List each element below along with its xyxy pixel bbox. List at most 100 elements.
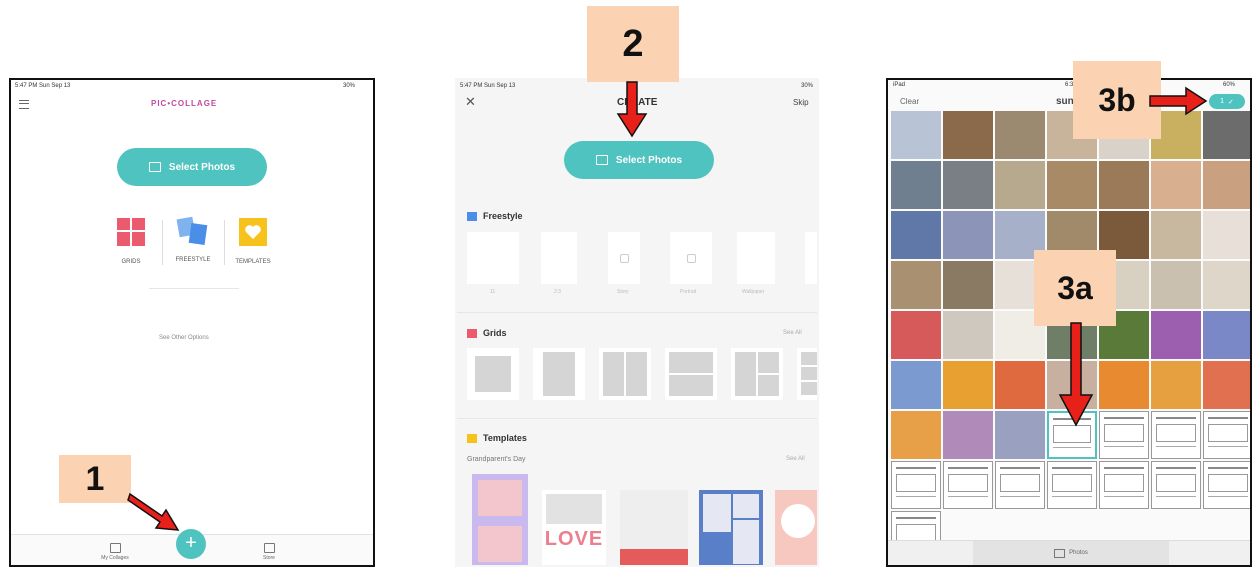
photo-thumbnail[interactable] bbox=[1099, 161, 1149, 209]
photo-thumbnail[interactable] bbox=[891, 461, 941, 509]
photo-thumbnail[interactable] bbox=[943, 111, 993, 159]
photo-thumbnail[interactable] bbox=[995, 361, 1045, 409]
instagram-icon bbox=[619, 254, 629, 263]
photo-thumbnail[interactable] bbox=[943, 361, 993, 409]
collages-icon bbox=[109, 543, 121, 553]
status-bar-battery: 30% bbox=[800, 83, 813, 89]
photo-thumbnail[interactable] bbox=[1203, 361, 1250, 409]
photo-thumbnail[interactable] bbox=[995, 461, 1045, 509]
grid-layout-4[interactable] bbox=[665, 348, 717, 400]
photo-thumbnail[interactable] bbox=[995, 161, 1045, 209]
template-thumb-4[interactable] bbox=[699, 490, 763, 565]
freestyle-more[interactable] bbox=[805, 232, 817, 284]
photo-thumbnail[interactable] bbox=[891, 211, 941, 259]
templates-option[interactable]: TEMPLATES bbox=[231, 218, 275, 265]
menu-icon[interactable] bbox=[19, 100, 29, 109]
grid-layout-3[interactable] bbox=[599, 348, 651, 400]
photo-thumbnail[interactable] bbox=[1151, 211, 1201, 259]
photos-tab[interactable]: Photos bbox=[973, 541, 1169, 565]
see-other-options-link[interactable]: See Other Options bbox=[159, 335, 209, 341]
photo-thumbnail[interactable] bbox=[1151, 361, 1201, 409]
love-text: LOVE bbox=[544, 528, 604, 550]
photo-thumbnail[interactable] bbox=[943, 211, 993, 259]
freestyle-portrait[interactable] bbox=[670, 232, 712, 284]
photo-thumbnail[interactable] bbox=[1047, 461, 1097, 509]
photo-thumbnail[interactable] bbox=[1203, 411, 1250, 459]
store-icon bbox=[263, 543, 275, 553]
grid-layout-6[interactable] bbox=[797, 348, 817, 400]
step-3a-callout: 3a bbox=[1034, 250, 1116, 326]
photo-thumbnail[interactable] bbox=[1151, 461, 1201, 509]
photo-thumbnail[interactable] bbox=[1203, 211, 1250, 259]
screen-2-create: 5:47 PM Sun Sep 13 30% ✕ CREATE Skip Sel… bbox=[455, 78, 819, 567]
photo-thumbnail[interactable] bbox=[1151, 311, 1201, 359]
grids-icon bbox=[117, 218, 145, 246]
grids-heading: Grids bbox=[467, 328, 507, 338]
photo-thumbnail[interactable] bbox=[1203, 311, 1250, 359]
photo-thumbnail[interactable] bbox=[1099, 461, 1149, 509]
photo-thumbnail[interactable] bbox=[943, 161, 993, 209]
step-1-callout: 1 bbox=[59, 455, 131, 503]
tab-my-collages[interactable]: My Collages bbox=[95, 543, 135, 561]
photo-thumbnail[interactable] bbox=[1203, 111, 1250, 159]
photo-thumbnail[interactable] bbox=[1151, 261, 1201, 309]
photo-thumbnail[interactable] bbox=[891, 111, 941, 159]
skip-button[interactable]: Skip bbox=[793, 98, 809, 107]
clear-button[interactable]: Clear bbox=[900, 97, 919, 106]
album-title: sun bbox=[1056, 96, 1074, 107]
template-thumb-5[interactable] bbox=[775, 490, 817, 565]
photo-thumbnail[interactable] bbox=[891, 311, 941, 359]
app-title: PIC•COLLAGE bbox=[151, 99, 218, 108]
template-thumb-2[interactable]: LOVE bbox=[542, 490, 606, 565]
photo-thumbnail[interactable] bbox=[1047, 161, 1097, 209]
grids-icon bbox=[467, 328, 477, 338]
photo-thumbnail[interactable] bbox=[943, 461, 993, 509]
photo-thumbnail[interactable] bbox=[891, 411, 941, 459]
photo-thumbnail[interactable] bbox=[1151, 411, 1201, 459]
grids-option[interactable]: GRIDS bbox=[113, 218, 149, 265]
photo-icon bbox=[1054, 548, 1066, 558]
grid-layout-1[interactable] bbox=[467, 348, 519, 400]
divider bbox=[224, 220, 225, 265]
grid-layout-2[interactable] bbox=[533, 348, 585, 400]
select-photos-button[interactable]: Select Photos bbox=[564, 141, 714, 179]
step-3a-arrow-icon bbox=[1058, 322, 1094, 427]
freestyle-2-3[interactable] bbox=[541, 232, 577, 284]
section-divider bbox=[457, 418, 817, 419]
freestyle-option[interactable]: FREESTYLE bbox=[171, 216, 215, 263]
grids-see-all-link[interactable]: See All bbox=[783, 330, 802, 336]
photo-thumbnail[interactable] bbox=[995, 411, 1045, 459]
close-icon[interactable]: ✕ bbox=[465, 94, 476, 110]
photo-thumbnail[interactable] bbox=[943, 261, 993, 309]
template-thumb-3[interactable] bbox=[620, 490, 688, 565]
photo-thumbnail[interactable] bbox=[943, 311, 993, 359]
status-bar-battery: 60% bbox=[1222, 82, 1235, 88]
photo-thumbnail[interactable] bbox=[1151, 161, 1201, 209]
templates-see-all-link[interactable]: See All bbox=[786, 456, 805, 462]
templates-heading: Templates bbox=[467, 433, 527, 443]
freestyle-story[interactable] bbox=[608, 232, 640, 284]
selection-done-button[interactable]: 1 ✓ bbox=[1209, 94, 1245, 109]
freestyle-wallpaper[interactable] bbox=[737, 232, 775, 284]
photo-icon bbox=[595, 155, 608, 165]
plus-icon: + bbox=[185, 532, 197, 554]
photo-thumbnail[interactable] bbox=[943, 411, 993, 459]
photo-thumbnail[interactable] bbox=[995, 111, 1045, 159]
photo-thumbnail[interactable] bbox=[1203, 261, 1250, 309]
photo-thumbnail[interactable] bbox=[891, 161, 941, 209]
status-bar-time: 5:47 PM Sun Sep 13 bbox=[460, 83, 516, 89]
status-bar-device: iPad bbox=[893, 82, 906, 88]
freestyle-1-1[interactable] bbox=[467, 232, 519, 284]
photo-thumbnail[interactable] bbox=[891, 261, 941, 309]
template-thumb-1[interactable] bbox=[472, 474, 528, 565]
separator-line bbox=[149, 288, 239, 289]
step-2-arrow-icon bbox=[616, 81, 648, 138]
photo-thumbnail[interactable] bbox=[1099, 361, 1149, 409]
photo-thumbnail[interactable] bbox=[891, 361, 941, 409]
select-photos-button[interactable]: Select Photos bbox=[117, 148, 267, 186]
grid-layout-5[interactable] bbox=[731, 348, 783, 400]
photo-thumbnail[interactable] bbox=[1203, 461, 1250, 509]
tab-store[interactable]: Store bbox=[257, 543, 281, 561]
photo-thumbnail[interactable] bbox=[1099, 411, 1149, 459]
photo-thumbnail[interactable] bbox=[1203, 161, 1250, 209]
